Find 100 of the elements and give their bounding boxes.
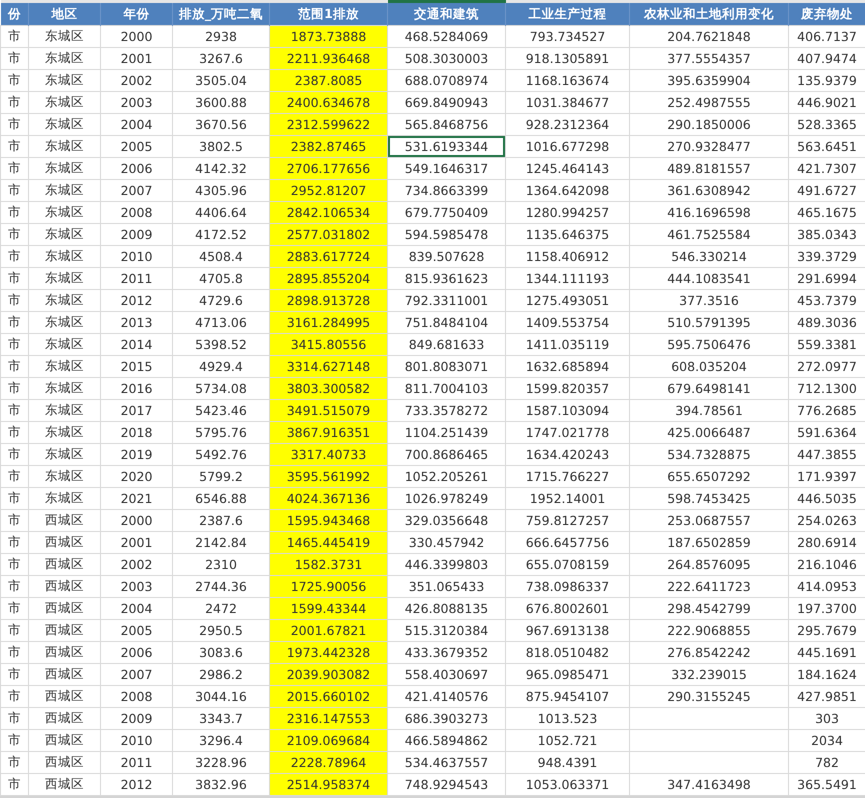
table-cell: 市 [0,686,28,708]
table-cell: 3314.627148 [270,356,388,378]
table-cell: 3228.96 [172,752,270,774]
table-cell: 594.5985478 [388,224,506,246]
table-cell: 5423.46 [172,400,270,422]
table-cell: 3044.16 [172,686,270,708]
column-header[interactable]: 工业生产过程 [506,2,630,26]
column-header[interactable]: 份 [0,2,28,26]
table-cell: 3343.7 [172,708,270,730]
table-cell: 2938 [172,26,270,48]
table-cell: 东城区 [28,92,100,114]
table-cell: 东城区 [28,444,100,466]
table-cell: 4305.96 [172,180,270,202]
table-cell: 东城区 [28,158,100,180]
table-cell: 948.4391 [506,752,630,774]
table-cell: 市 [0,312,28,334]
column-header[interactable]: 地区 [28,2,100,26]
table-cell: 1725.90056 [270,576,388,598]
table-cell: 2006 [100,158,172,180]
table-cell: 2706.177656 [270,158,388,180]
table-cell: 839.507628 [388,246,506,268]
table-cell: 270.9328477 [630,136,788,158]
table-cell: 1952.14001 [506,488,630,510]
table-cell: 2003 [100,576,172,598]
table-cell: 西城区 [28,730,100,752]
table-cell: 2016 [100,378,172,400]
table-cell: 市 [0,180,28,202]
table-cell: 377.5554357 [630,48,788,70]
table-cell: 2000 [100,26,172,48]
table-cell: 329.0356648 [388,510,506,532]
table-cell: 市 [0,26,28,48]
column-header[interactable]: 排放_万吨二氧 [172,2,270,26]
table-cell: 967.6913138 [506,620,630,642]
table-cell: 市 [0,554,28,576]
table-cell: 市 [0,290,28,312]
table-cell: 655.6507292 [630,466,788,488]
table-cell: 4024.367136 [270,488,388,510]
table-cell: 3867.916351 [270,422,388,444]
table-cell: 1245.464143 [506,158,630,180]
table-cell: 2007 [100,180,172,202]
table-cell: 738.0986337 [506,576,630,598]
table-cell: 东城区 [28,246,100,268]
table-cell: 1873.73888 [270,26,388,48]
table-cell: 253.0687557 [630,510,788,532]
table-cell: 2310 [172,554,270,576]
table-cell: 2019 [100,444,172,466]
table-cell: 2015.660102 [270,686,388,708]
table-cell: 市 [0,92,28,114]
table-cell: 2986.2 [172,664,270,686]
table-cell: 666.6457756 [506,532,630,554]
table-cell: 3595.561992 [270,466,388,488]
table-cell: 市 [0,378,28,400]
column-header[interactable]: 废弃物处 [788,2,865,26]
table-cell: 679.7750409 [388,202,506,224]
column-header[interactable]: 年份 [100,2,172,26]
table-cell: 2011 [100,268,172,290]
table-cell: 3670.56 [172,114,270,136]
table-cell: 市 [0,598,28,620]
table-cell: 市 [0,202,28,224]
table-cell: 3267.6 [172,48,270,70]
table-cell: 444.1083541 [630,268,788,290]
table-cell: 东城区 [28,26,100,48]
table-cell: 2004 [100,598,172,620]
table-cell: 2142.84 [172,532,270,554]
table-cell: 东城区 [28,312,100,334]
table-cell: 西城区 [28,620,100,642]
table-cell: 2514.958374 [270,774,388,796]
table-cell: 东城区 [28,202,100,224]
table-cell: 811.7004103 [388,378,506,400]
table-cell: 2009 [100,708,172,730]
table-cell: 2228.78964 [270,752,388,774]
table-cell: 东城区 [28,400,100,422]
column-header[interactable]: 交通和建筑 [388,2,506,26]
table-cell: 1135.646375 [506,224,630,246]
table-cell: 1013.523 [506,708,630,730]
table-cell: 2109.069684 [270,730,388,752]
table-cell: 466.5894862 [388,730,506,752]
table-cell: 2382.87465 [270,136,388,158]
table-cell: 市 [0,70,28,92]
table-cell: 3802.5 [172,136,270,158]
table-cell: 市 [0,444,28,466]
column-header[interactable]: 范围1排放 [270,2,388,26]
table-cell: 市 [0,708,28,730]
table-cell: 2000 [100,510,172,532]
table-cell: 875.9454107 [506,686,630,708]
table-cell: 298.4542799 [630,598,788,620]
table-cell: 市 [0,136,28,158]
table-cell: 332.239015 [630,664,788,686]
table-cell: 918.1305891 [506,48,630,70]
table-cell: 849.681633 [388,334,506,356]
table-cell: 534.7328875 [630,444,788,466]
table-cell: 549.1646317 [388,158,506,180]
table-cell: 1587.103094 [506,400,630,422]
table-cell: 928.2312364 [506,114,630,136]
table-cell: 1344.111193 [506,268,630,290]
column-header[interactable]: 农林业和土地利用变化 [630,2,788,26]
table-cell: 2883.617724 [270,246,388,268]
table-cell: 2211.936468 [270,48,388,70]
table-cell: 2002 [100,70,172,92]
table-cell: 2744.36 [172,576,270,598]
